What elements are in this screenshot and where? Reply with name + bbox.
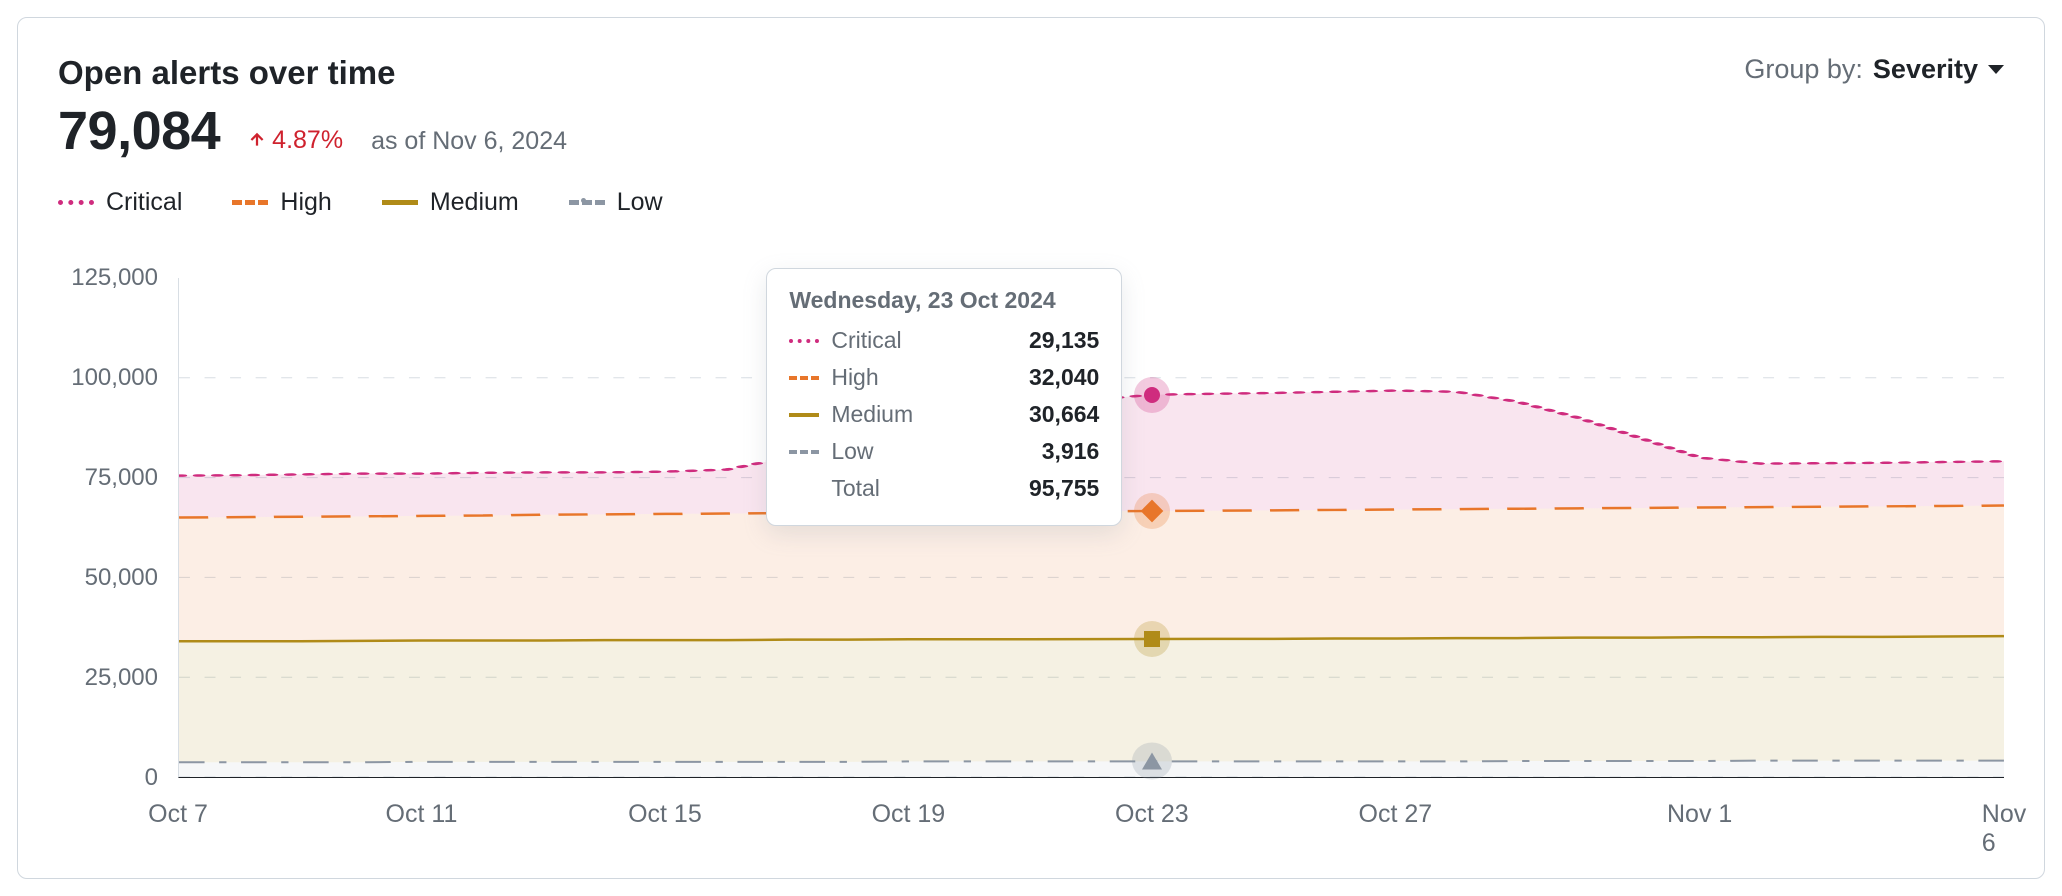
marker-critical [1144,387,1160,403]
x-axis-labels: Oct 7Oct 11Oct 15Oct 19Oct 23Oct 27Nov 1… [178,788,2004,838]
x-tick: Oct 27 [1359,800,1433,829]
legend-critical[interactable]: Critical [58,188,182,217]
marker-low [1142,753,1162,770]
line-dotted-icon [789,339,819,343]
legend-high[interactable]: High [232,188,331,217]
y-axis-labels: 0 25,000 50,000 75,000 100,000 125,000 [58,278,168,778]
y-tick: 75,000 [85,464,158,492]
line-dashed-icon [789,376,819,380]
plot-area[interactable]: Wednesday, 23 Oct 2024 Critical29,135 Hi… [178,278,2004,778]
chevron-down-icon [1988,65,2004,74]
x-tick: Nov 1 [1667,800,1732,829]
chart-tooltip: Wednesday, 23 Oct 2024 Critical29,135 Hi… [766,268,1122,526]
x-tick: Oct 19 [872,800,946,829]
y-tick: 100,000 [71,364,158,392]
card-title: Open alerts over time [58,54,567,92]
legend: Critical High Medium Low [58,188,2004,217]
x-tick: Oct 11 [386,800,458,829]
legend-medium[interactable]: Medium [382,188,519,217]
y-tick: 25,000 [85,664,158,692]
marker-high [1144,503,1160,519]
arrow-up-icon [248,131,266,149]
tooltip-date: Wednesday, 23 Oct 2024 [789,287,1099,314]
marker-medium [1144,631,1160,647]
open-alerts-card: Open alerts over time 79,084 4.87% as of… [17,17,2045,879]
as-of-text: as of Nov 6, 2024 [371,127,567,156]
total-count: 79,084 [58,100,220,162]
legend-low[interactable]: Low [569,188,663,217]
x-tick: Oct 7 [148,800,208,829]
chart[interactable]: 0 25,000 50,000 75,000 100,000 125,000 W… [58,278,2004,838]
group-by-dropdown[interactable]: Group by: Severity [1744,54,2004,85]
trend-percent: 4.87% [272,126,343,155]
x-tick: Oct 23 [1115,800,1189,829]
x-tick: Nov 6 [1982,800,2026,858]
group-by-label: Group by: [1744,54,1863,85]
line-dotted-icon [58,200,94,205]
y-tick: 50,000 [85,564,158,592]
line-solid-icon [382,200,418,205]
line-dashed-icon [232,200,268,205]
line-solid-icon [789,413,819,417]
y-tick: 125,000 [71,264,158,292]
y-tick: 0 [145,764,158,792]
trend-up-badge: 4.87% [248,126,343,155]
group-by-value: Severity [1873,54,1978,85]
x-tick: Oct 15 [628,800,702,829]
line-dashdot-icon [789,450,819,454]
line-dashdot-icon [569,200,605,205]
